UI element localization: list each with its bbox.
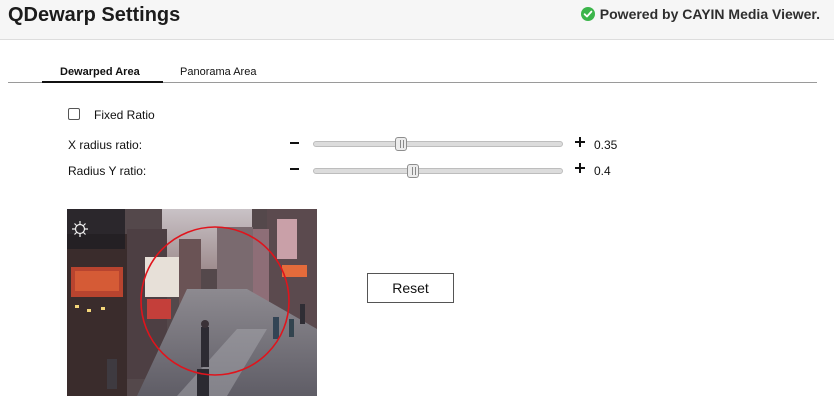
powered-by: Powered by CAYIN Media Viewer. [580,6,820,22]
x-radius-increase-button[interactable] [575,137,585,147]
y-radius-label: Radius Y ratio: [68,164,147,178]
x-radius-decrease-button[interactable] [290,142,299,144]
header-bar: QDewarp Settings Powered by CAYIN Media … [0,0,834,40]
x-radius-slider-thumb[interactable] [395,137,407,151]
y-radius-slider-thumb[interactable] [407,164,419,178]
y-radius-value: 0.4 [594,164,611,178]
tab-panorama-area[interactable]: Panorama Area [180,66,256,78]
tab-dewarped-area[interactable]: Dewarped Area [42,66,163,83]
y-radius-increase-button[interactable] [575,163,585,173]
check-circle-icon [580,7,595,21]
x-radius-label: X radius ratio: [68,138,143,152]
x-radius-slider[interactable] [313,137,563,151]
fixed-ratio-checkbox[interactable] [68,108,80,120]
y-radius-slider[interactable] [313,164,563,178]
tab-bar: Dewarped Area Panorama Area [8,62,817,83]
powered-by-text: Powered by CAYIN Media Viewer. [599,6,820,22]
page-title: QDewarp Settings [8,4,181,26]
y-radius-decrease-button[interactable] [290,168,299,170]
reset-button[interactable]: Reset [367,273,454,303]
street-scene-image [67,209,317,396]
camera-preview[interactable] [67,209,317,396]
x-radius-value: 0.35 [594,138,618,152]
fixed-ratio-label: Fixed Ratio [94,108,155,122]
tab-label: Dewarped Area [60,66,140,78]
